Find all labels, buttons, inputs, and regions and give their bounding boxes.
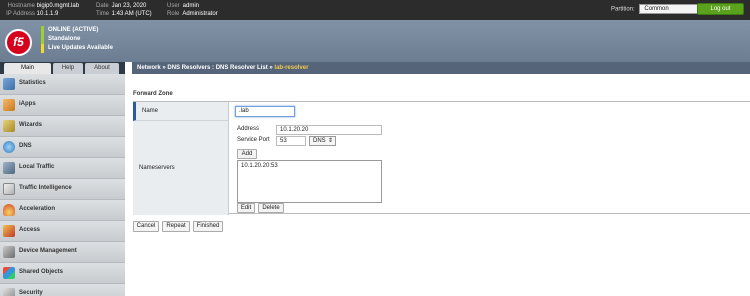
role-value: Administrator (182, 11, 218, 17)
breadcrumb: Network » DNS Resolvers : DNS Resolver L… (132, 62, 750, 74)
sidebar-item-label: Device Management (19, 248, 77, 254)
sidebar-item-security[interactable]: Security (0, 284, 125, 296)
service-port-label: Service Port (237, 137, 270, 143)
user-value: admin (182, 3, 200, 9)
chevron-down-icon: ⇕ (327, 138, 333, 144)
traffic-intelligence-icon (3, 183, 15, 195)
sidebar-item-label: Shared Objects (19, 269, 64, 275)
address-field[interactable]: 10.1.20.20 (276, 125, 382, 135)
access-icon (3, 225, 15, 237)
service-port-field[interactable]: 53 (276, 136, 306, 146)
hostname-label: Hostname (7, 3, 35, 9)
status-standalone: Standalone (41, 35, 80, 44)
logout-button[interactable]: Log out (697, 3, 744, 15)
security-icon (3, 288, 15, 296)
partition-label: Partition: (611, 6, 635, 13)
user-label: User (167, 3, 180, 9)
sidebar-item-statistics[interactable]: Statistics (0, 74, 125, 95)
section-title: Forward Zone (133, 91, 173, 97)
device-management-icon (3, 246, 15, 258)
service-select[interactable]: DNS ⇕ (309, 136, 336, 146)
tab-about[interactable]: About (85, 63, 119, 74)
sidebar: Statistics iApps Wizards DNS Local Traff… (0, 74, 125, 296)
edit-button[interactable]: Edit (237, 203, 255, 213)
sidebar-item-iapps[interactable]: iApps (0, 95, 125, 116)
sidebar-item-traffic-intelligence[interactable]: Traffic Intelligence (0, 179, 125, 200)
dns-icon (3, 141, 15, 153)
status-live-updates[interactable]: Live Updates Available (41, 44, 113, 53)
name-label: Name (133, 102, 229, 121)
tab-help[interactable]: Help (53, 63, 83, 74)
name-field[interactable]: .lab (235, 106, 295, 117)
breadcrumb-network[interactable]: Network (137, 65, 161, 71)
sidebar-item-device-management[interactable]: Device Management (0, 242, 125, 263)
sidebar-tabs: Main Help About (0, 62, 125, 74)
host-info: Hostname bigip0.mgmt.lab IP Address 10.1… (3, 2, 79, 18)
ip-label: IP Address (6, 11, 35, 17)
local-traffic-icon (3, 162, 15, 174)
sidebar-item-dns[interactable]: DNS (0, 137, 125, 158)
datetime-info: Date Jan 23, 2020 Time 1:43 AM (UTC) (96, 2, 152, 18)
user-info: User admin Role Administrator (167, 2, 218, 18)
sidebar-item-access[interactable]: Access (0, 221, 125, 242)
breadcrumb-separator: » (269, 65, 273, 71)
sidebar-item-wizards[interactable]: Wizards (0, 116, 125, 137)
time-value: 1:43 AM (UTC) (111, 11, 152, 17)
top-status-bar: Hostname bigip0.mgmt.lab IP Address 10.1… (0, 0, 750, 20)
address-label: Address (237, 126, 260, 132)
wizards-icon (3, 120, 15, 132)
role-label: Role (167, 11, 180, 17)
sidebar-item-local-traffic[interactable]: Local Traffic (0, 158, 125, 179)
acceleration-icon (3, 204, 15, 216)
sidebar-item-label: Wizards (19, 122, 42, 128)
sidebar-item-label: DNS (19, 143, 32, 149)
f5-logo: f5 (5, 29, 32, 56)
date-value: Jan 23, 2020 (111, 3, 147, 9)
nameserver-list[interactable]: 10.1.20.20:53 (237, 160, 382, 203)
sidebar-item-shared-objects[interactable]: Shared Objects (0, 263, 125, 284)
sidebar-item-label: Security (19, 290, 43, 296)
date-label: Date (96, 3, 109, 9)
sidebar-item-label: Statistics (19, 80, 46, 86)
list-item[interactable]: 10.1.20.20:53 (241, 163, 378, 169)
time-label: Time (96, 11, 110, 17)
sidebar-item-label: Traffic Intelligence (19, 185, 72, 191)
main-content: Forward Zone Name .lab Nameservers Addre… (125, 74, 750, 296)
sidebar-item-label: Acceleration (19, 206, 56, 212)
add-button[interactable]: Add (237, 149, 257, 159)
tab-main[interactable]: Main (4, 63, 51, 74)
service-select-value: DNS (313, 138, 326, 144)
ip-value: 10.1.1.9 (36, 11, 59, 17)
delete-button[interactable]: Delete (258, 203, 284, 213)
breadcrumb-separator: » (162, 65, 166, 71)
status-online: ONLINE (ACTIVE) (41, 26, 98, 35)
sidebar-item-label: Local Traffic (19, 164, 55, 170)
breadcrumb-dns-resolvers[interactable]: DNS Resolvers : DNS Resolver List (167, 65, 267, 71)
cancel-button[interactable]: Cancel (133, 221, 159, 232)
shared-objects-icon (3, 267, 15, 279)
sidebar-item-acceleration[interactable]: Acceleration (0, 200, 125, 221)
iapps-icon (3, 99, 15, 111)
statistics-icon (3, 78, 15, 90)
finished-button[interactable]: Finished (193, 221, 223, 232)
sidebar-item-label: iApps (19, 101, 36, 107)
breadcrumb-current: lab-resolver (274, 65, 309, 71)
header-band: f5 ONLINE (ACTIVE) Standalone Live Updat… (0, 20, 750, 62)
nameservers-label: Nameservers (133, 121, 229, 215)
forward-zone-form: Name .lab Nameservers Address 10.1.20.20… (133, 101, 750, 215)
sidebar-item-label: Access (19, 227, 41, 233)
repeat-button[interactable]: Repeat (162, 221, 190, 232)
hostname-value: bigip0.mgmt.lab (36, 3, 80, 9)
